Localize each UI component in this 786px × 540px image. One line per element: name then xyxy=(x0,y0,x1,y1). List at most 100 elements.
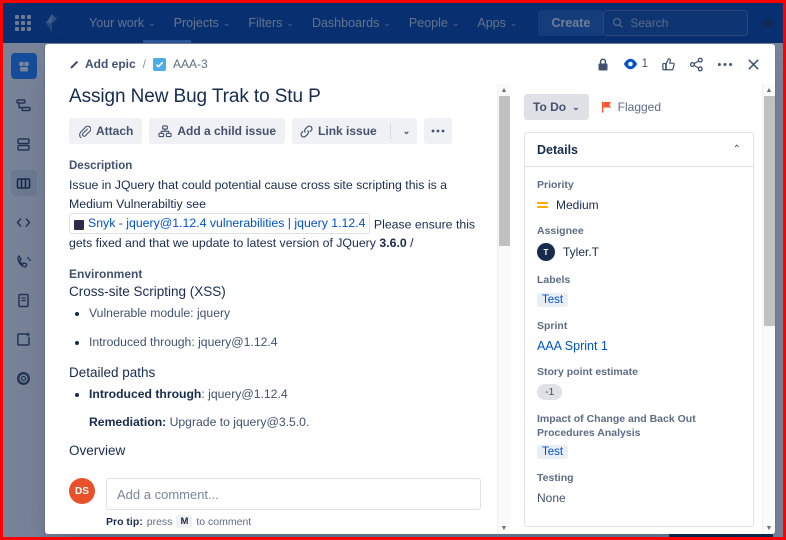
field-story-point-estimate: Story point estimate -1 xyxy=(537,366,741,401)
close-icon[interactable] xyxy=(746,57,761,72)
snyk-smart-link[interactable]: Snyk - jquery@1.12.4 vulnerabilities | j… xyxy=(69,213,371,235)
flagged-indicator: Flagged xyxy=(601,100,661,114)
paperclip-icon xyxy=(79,125,91,138)
scrollbar-thumb[interactable] xyxy=(764,96,775,326)
environment-bullets: Vulnerable module: jquery Introduced thr… xyxy=(69,305,481,351)
add-child-issue-button[interactable]: Add a child issue xyxy=(149,118,286,144)
issue-sidebar-column: To Do ⌄ Flagged Details ⌃ Priority Mediu… xyxy=(510,84,762,534)
environment-label: Environment xyxy=(69,267,143,282)
field-label: Assignee xyxy=(537,224,584,237)
avatar: DS xyxy=(69,478,95,504)
field-label: Impact of Change and Back Out Procedures… xyxy=(537,413,696,439)
details-panel-body: Priority Medium Assignee T Tyler.T Label… xyxy=(525,167,753,526)
thumbs-up-icon[interactable] xyxy=(661,57,676,72)
field-priority: Priority Medium xyxy=(537,179,741,212)
add-epic-button[interactable]: Add epic xyxy=(69,57,136,71)
issue-action-buttons: Attach Add a child issue Link issue ⌄ xyxy=(69,118,481,144)
details-panel-header[interactable]: Details ⌃ xyxy=(525,133,753,167)
environment-heading: Cross-site Scripting (XSS) xyxy=(69,284,226,300)
breadcrumb-separator: / xyxy=(142,57,147,71)
field-label: Story point estimate xyxy=(537,365,638,378)
field-value: Tyler.T xyxy=(563,245,600,260)
details-panel: Details ⌃ Priority Medium Assignee T Tyl… xyxy=(524,132,754,528)
field-sprint: Sprint AAA Sprint 1 xyxy=(537,320,741,353)
more-actions-icon[interactable] xyxy=(717,62,733,67)
status-label: To Do xyxy=(533,100,567,114)
scrollbar-thumb[interactable] xyxy=(499,96,510,246)
button-divider xyxy=(389,123,391,139)
impact-chip[interactable]: Test xyxy=(537,445,569,460)
scroll-down-arrow[interactable]: ▼ xyxy=(766,522,773,534)
snyk-link-text[interactable]: Snyk - jquery@1.12.4 vulnerabilities | j… xyxy=(88,214,365,233)
issue-detail-modal: Add epic / AAA-3 1 Assign New Bug Trak t… xyxy=(45,44,775,534)
scrollbar-track[interactable] xyxy=(763,96,775,522)
jquery-version: 3.6.0 xyxy=(379,236,407,251)
detailed-paths-heading: Detailed paths xyxy=(69,365,156,381)
remediation-line: Remediation: Upgrade to jquery@3.5.0. xyxy=(89,415,481,429)
list-item: Introduced through: jquery@1.12.4 xyxy=(89,386,481,404)
description-line-1: Issue in JQuery that could potential cau… xyxy=(69,178,447,211)
link-issue-label: Link issue xyxy=(318,124,377,138)
assignee-value[interactable]: T Tyler.T xyxy=(537,243,741,262)
field-label: Priority xyxy=(537,179,574,191)
field-value: Medium xyxy=(556,197,599,212)
field-label: Testing xyxy=(537,472,574,485)
story-point-pill[interactable]: -1 xyxy=(537,384,563,401)
field-label: Labels xyxy=(537,274,571,287)
attach-button[interactable]: Attach xyxy=(69,118,143,144)
link-issue-button[interactable]: Link issue xyxy=(292,118,385,144)
details-title: Details xyxy=(537,142,578,157)
scroll-up-arrow[interactable]: ▲ xyxy=(766,84,773,96)
introduced-through-value: : jquery@1.12.4 xyxy=(201,387,288,402)
scrollbar-track[interactable] xyxy=(498,96,510,522)
flagged-label: Flagged xyxy=(617,100,662,114)
watch-button[interactable]: 1 xyxy=(623,57,648,71)
sidebar-scrollbar[interactable]: ▲ ▼ xyxy=(762,84,775,534)
scroll-up-arrow[interactable]: ▲ xyxy=(501,84,508,96)
link-issue-dropdown[interactable]: ⌄ xyxy=(396,118,418,144)
field-assignee: Assignee T Tyler.T xyxy=(537,225,741,262)
attach-label: Attach xyxy=(96,124,134,138)
protip-key: M xyxy=(176,515,193,528)
issue-more-actions-button[interactable] xyxy=(424,118,453,144)
comment-composer: DS Add a comment... Pro tip: press M to … xyxy=(69,468,487,534)
issue-key-link[interactable]: AAA-3 xyxy=(173,57,208,71)
field-labels: Labels Test xyxy=(537,274,741,307)
priority-value[interactable]: Medium xyxy=(537,198,741,212)
description-see: see xyxy=(186,196,206,211)
remediation-text: Upgrade to jquery@3.5.0. xyxy=(169,415,310,430)
field-impact-analysis: Impact of Change and Back Out Procedures… xyxy=(537,413,741,460)
list-item: Vulnerable module: jquery xyxy=(89,305,481,323)
avatar: T xyxy=(537,243,555,262)
description-body: Issue in JQuery that could potential cau… xyxy=(69,176,481,253)
chevron-up-icon[interactable]: ⌃ xyxy=(733,144,741,155)
main-scrollbar[interactable]: ▲ ▼ xyxy=(497,84,510,534)
watch-eye-icon xyxy=(623,58,637,70)
modal-body: Assign New Bug Trak to Stu P Attach Add … xyxy=(45,84,775,534)
sprint-link[interactable]: AAA Sprint 1 xyxy=(537,339,608,353)
child-issue-icon xyxy=(158,124,172,137)
status-row: To Do ⌄ Flagged xyxy=(524,94,754,120)
watch-count: 1 xyxy=(641,58,648,70)
scroll-down-arrow[interactable]: ▼ xyxy=(501,522,508,534)
description-trailing: / xyxy=(410,236,414,251)
chevron-down-icon: ⌄ xyxy=(402,125,411,136)
issue-scroll-area: Assign New Bug Trak to Stu P Attach Add … xyxy=(69,84,487,468)
modal-header: Add epic / AAA-3 1 xyxy=(45,44,775,84)
link-icon xyxy=(300,125,313,137)
add-comment-input[interactable]: Add a comment... xyxy=(106,478,481,510)
page-title: Assign New Bug Trak to Stu P xyxy=(69,86,321,107)
introduced-through-label: Introduced through xyxy=(89,387,202,402)
label-chip[interactable]: Test xyxy=(537,292,569,307)
testing-value[interactable]: None xyxy=(537,491,741,505)
share-icon[interactable] xyxy=(689,57,704,72)
protip-label: Pro tip: xyxy=(106,515,143,528)
overview-heading: Overview xyxy=(69,443,126,459)
list-item: Introduced through: jquery@1.12.4 xyxy=(89,334,481,352)
lock-icon[interactable] xyxy=(596,57,610,72)
flag-icon xyxy=(601,101,611,113)
status-dropdown[interactable]: To Do ⌄ xyxy=(524,94,589,120)
pencil-icon xyxy=(70,60,79,69)
comment-protip: Pro tip: press M to comment xyxy=(106,515,481,528)
task-type-icon xyxy=(153,57,167,71)
